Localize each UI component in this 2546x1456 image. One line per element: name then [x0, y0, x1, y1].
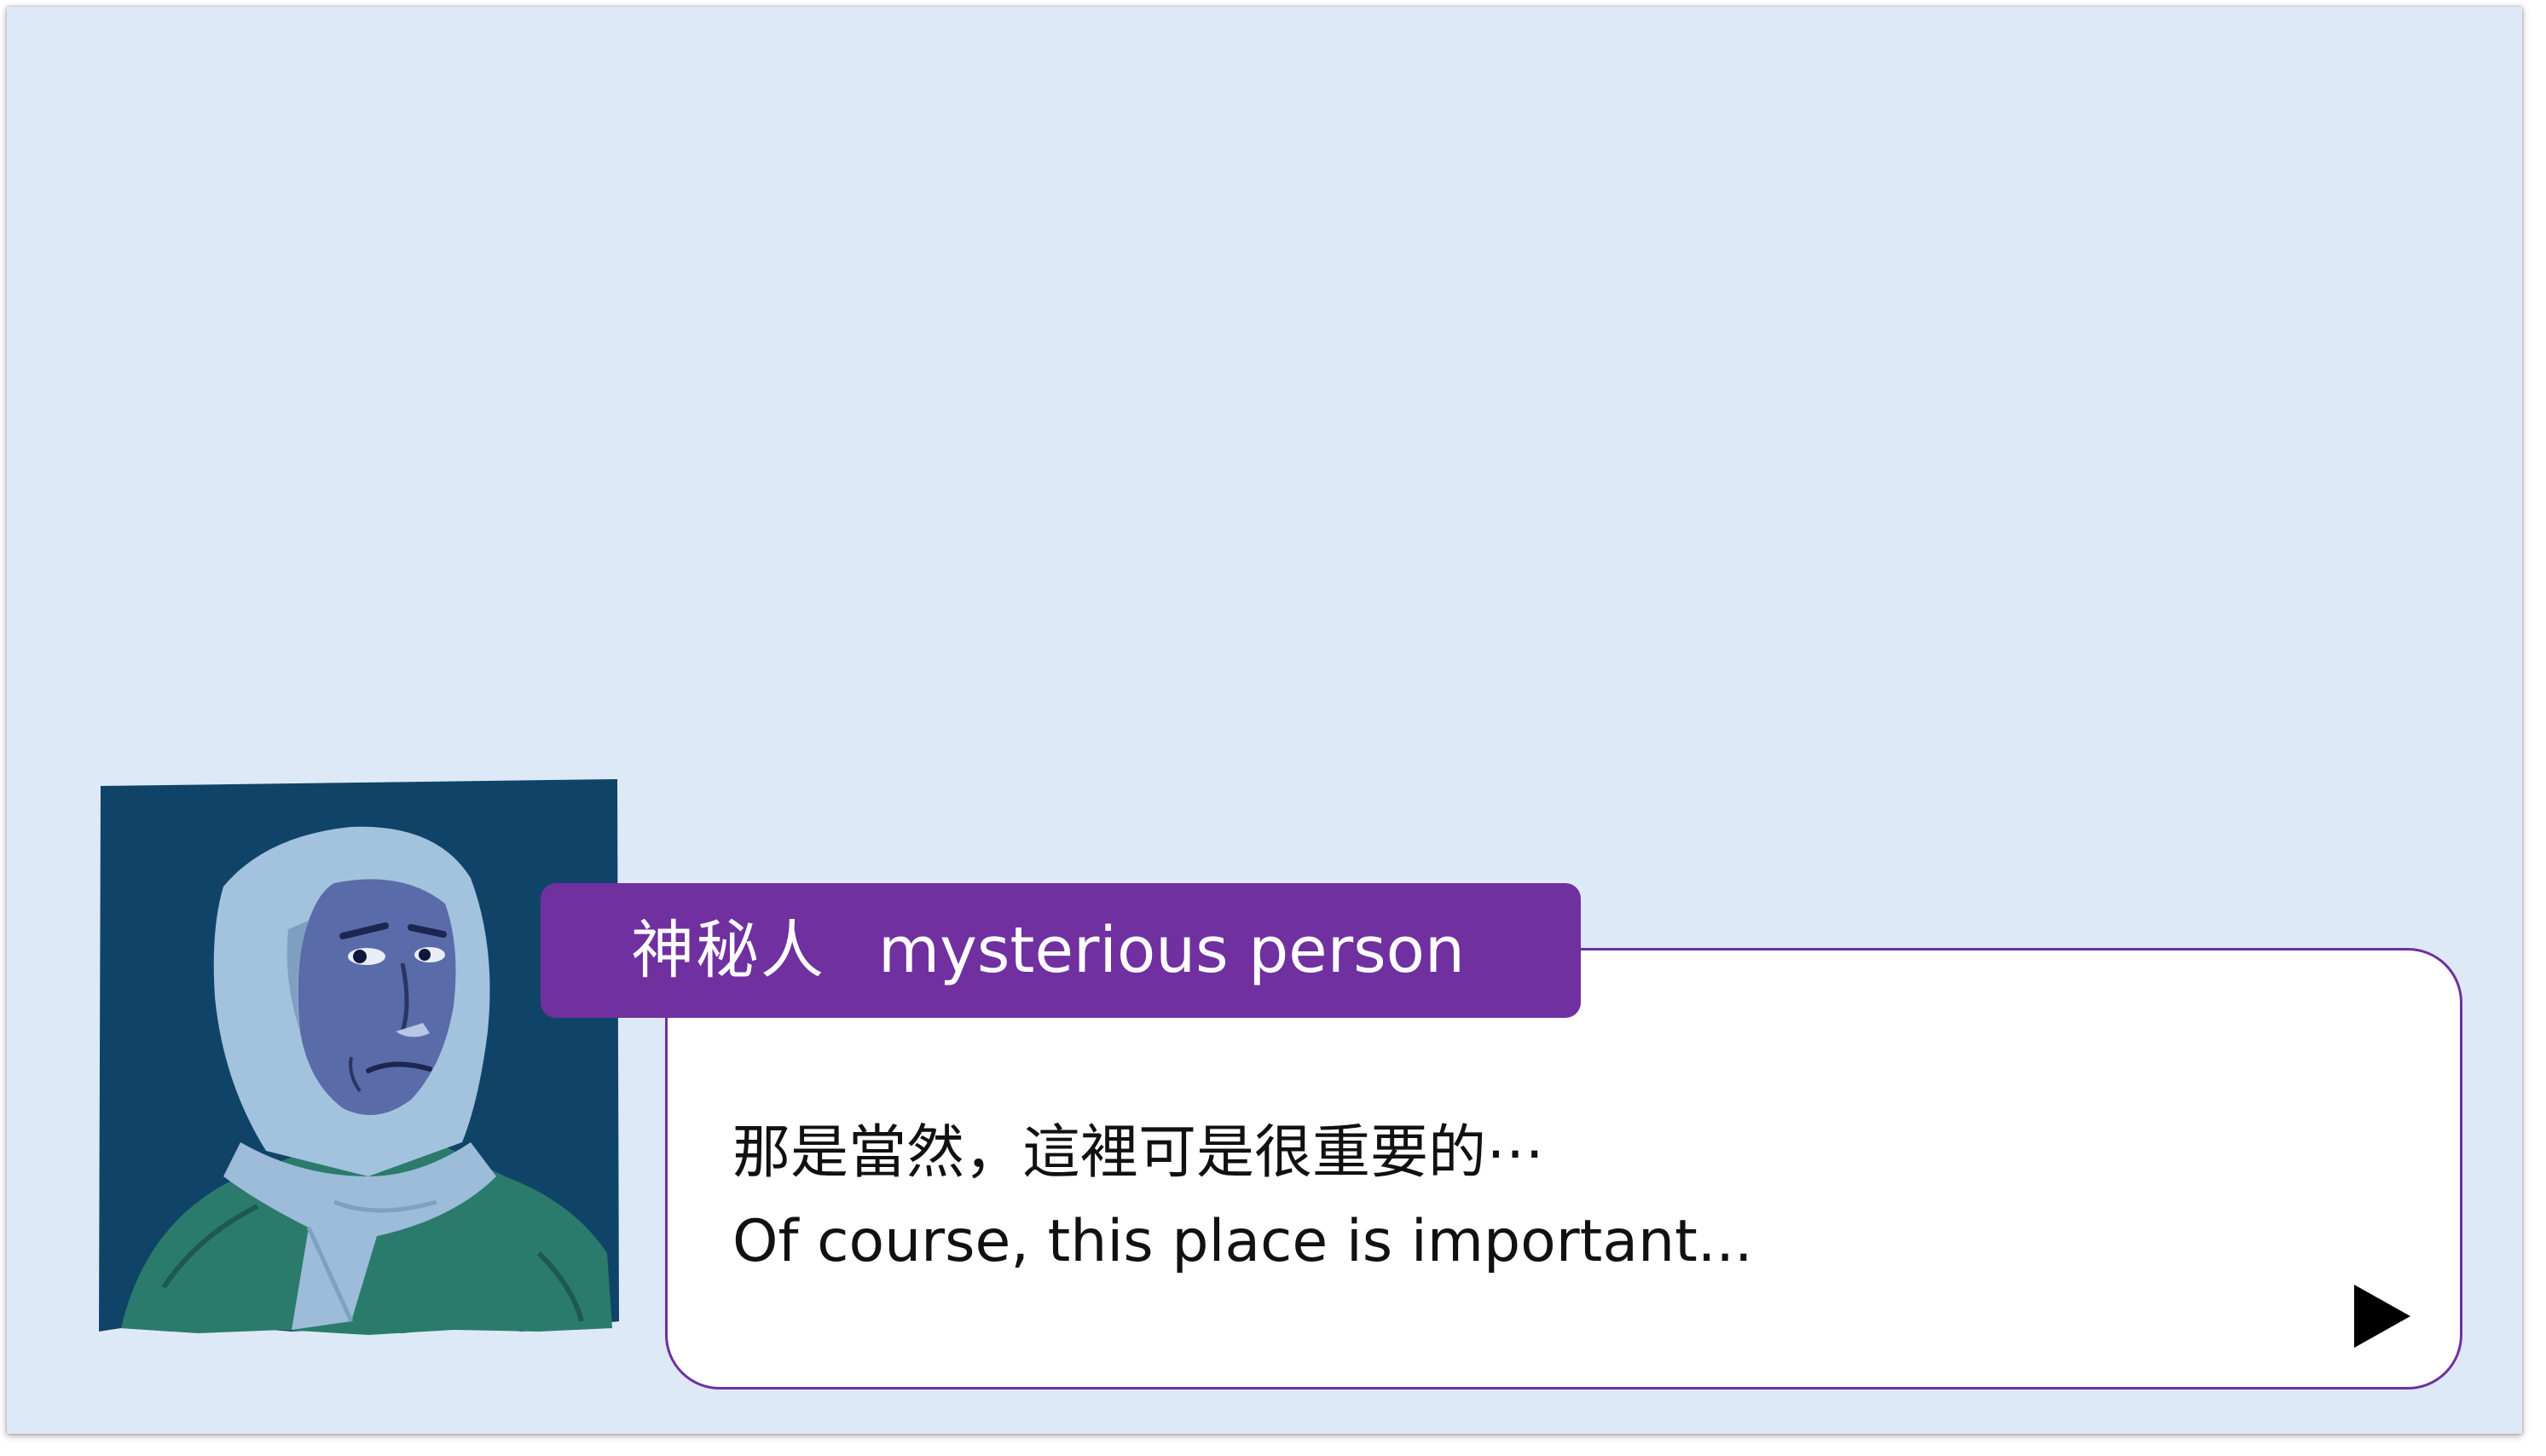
- dialog-text: 那是當然，這裡可是很重要的⋯ Of course, this place is …: [732, 1109, 1753, 1286]
- dialog-line-chinese: 那是當然，這裡可是很重要的⋯: [732, 1119, 1545, 1187]
- speaker-name-tag: 神秘人 mysterious person: [541, 883, 1581, 1018]
- character-portrait: [95, 776, 622, 1338]
- dialog-line-english: Of course, this place is important...: [732, 1208, 1753, 1275]
- speaker-name-chinese: 神秘人: [631, 914, 825, 987]
- play-triangle-icon[interactable]: [2352, 1283, 2412, 1349]
- game-scene[interactable]: 那是當然，這裡可是很重要的⋯ Of course, this place is …: [7, 7, 2522, 1434]
- speaker-name-english: mysterious person: [878, 914, 1465, 987]
